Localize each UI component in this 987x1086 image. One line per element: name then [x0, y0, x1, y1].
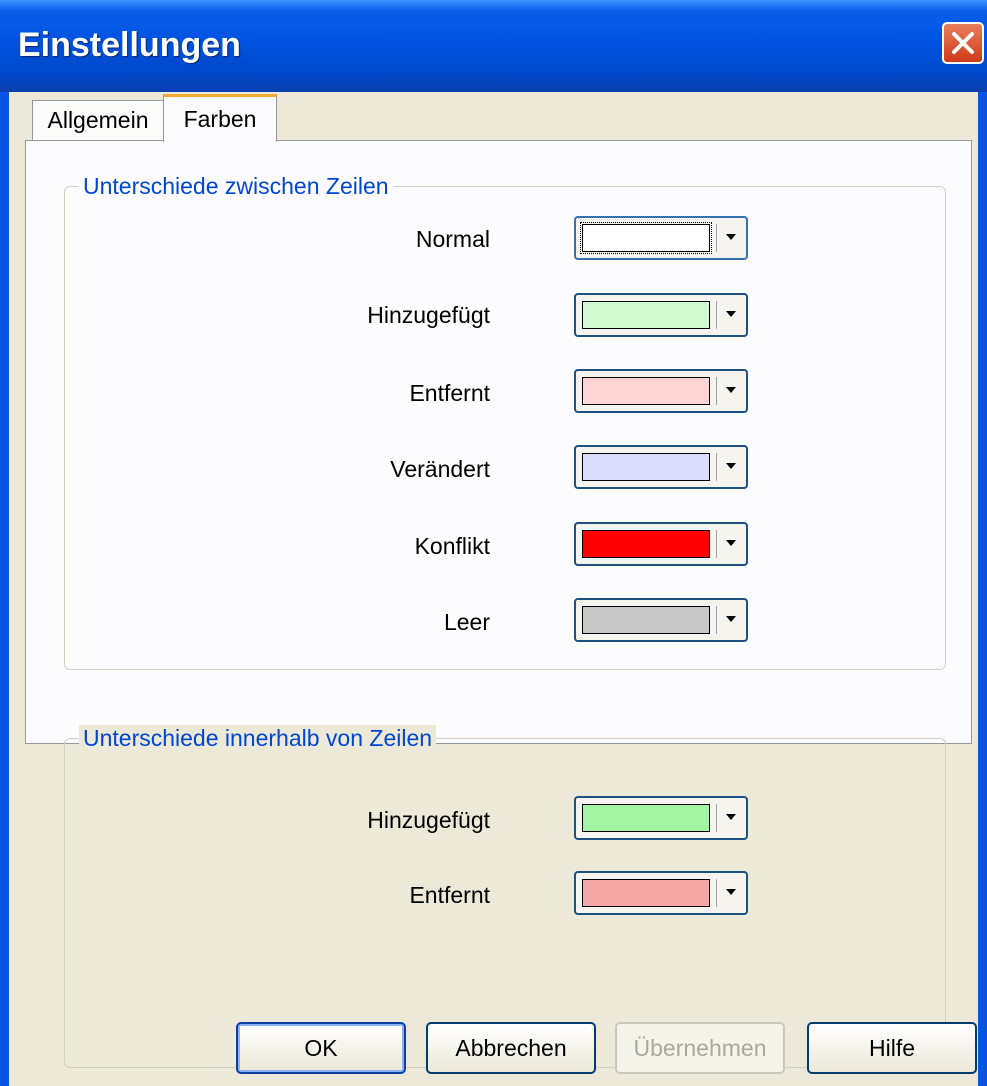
label-inline-added: Hinzugefügt — [367, 807, 490, 833]
chevron-down-icon[interactable] — [726, 234, 736, 240]
color-picker-inline-added[interactable] — [574, 796, 748, 840]
color-picker-empty[interactable] — [574, 598, 748, 642]
label-normal: Normal — [415, 226, 490, 252]
dropdown-separator — [716, 879, 717, 907]
color-swatch — [582, 606, 710, 634]
color-swatch — [582, 879, 710, 907]
color-swatch — [582, 453, 710, 481]
dropdown-separator — [716, 453, 717, 481]
label-conflict: Konflikt — [414, 533, 490, 559]
color-swatch — [582, 530, 710, 558]
chevron-down-icon[interactable] — [726, 889, 736, 895]
help-button[interactable]: Hilfe — [807, 1022, 977, 1074]
chevron-down-icon[interactable] — [726, 616, 736, 622]
ok-button[interactable]: OK — [236, 1022, 406, 1074]
color-picker-removed[interactable] — [574, 369, 748, 413]
color-picker-inline-removed[interactable] — [574, 871, 748, 915]
apply-button[interactable]: Übernehmen — [615, 1022, 785, 1074]
chevron-down-icon[interactable] — [726, 311, 736, 317]
label-changed: Verändert — [390, 456, 490, 482]
dropdown-separator — [716, 301, 717, 329]
label-removed: Entfernt — [409, 380, 490, 406]
color-picker-added[interactable] — [574, 293, 748, 337]
cancel-button[interactable]: Abbrechen — [426, 1022, 596, 1074]
color-picker-normal[interactable] — [574, 216, 748, 260]
dropdown-separator — [716, 530, 717, 558]
label-empty: Leer — [443, 609, 490, 635]
settings-dialog: Einstellungen Allgemein Farben Unterschi… — [0, 0, 987, 1086]
label-inline-removed: Entfernt — [409, 882, 490, 908]
chevron-down-icon[interactable] — [726, 540, 736, 546]
color-swatch — [582, 301, 710, 329]
chevron-down-icon[interactable] — [726, 387, 736, 393]
color-swatch — [582, 804, 710, 832]
color-picker-conflict[interactable] — [574, 522, 748, 566]
dropdown-separator — [716, 377, 717, 405]
color-swatch — [582, 224, 710, 252]
chevron-down-icon[interactable] — [726, 814, 736, 820]
chevron-down-icon[interactable] — [726, 463, 736, 469]
dropdown-separator — [716, 804, 717, 832]
color-picker-changed[interactable] — [574, 445, 748, 489]
color-swatch — [582, 377, 710, 405]
groupbox-title: Unterschiede innerhalb von Zeilen — [79, 725, 437, 752]
dropdown-separator — [716, 606, 717, 634]
dropdown-separator — [716, 224, 717, 252]
label-added: Hinzugefügt — [367, 302, 490, 328]
